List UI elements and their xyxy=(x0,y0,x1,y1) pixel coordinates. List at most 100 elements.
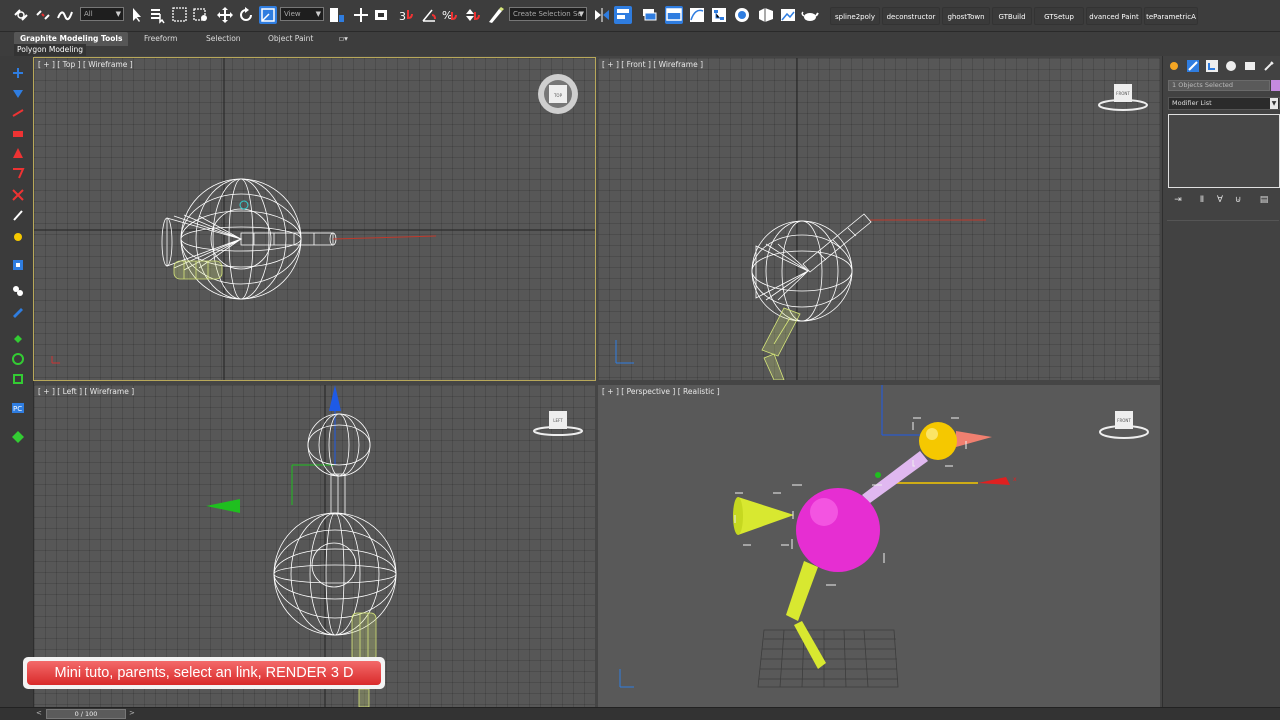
modifier-stack-list[interactable] xyxy=(1168,114,1280,188)
edit-named-selections-icon[interactable] xyxy=(487,6,505,24)
select-link-icon[interactable] xyxy=(12,6,30,24)
hierarchy-icon[interactable] xyxy=(1205,59,1219,73)
modeling-tool-icon-7[interactable] xyxy=(11,188,25,202)
modeling-tool-icon-17[interactable] xyxy=(11,430,25,444)
spinner-snap-icon[interactable] xyxy=(463,6,481,24)
tab-selection[interactable]: Selection xyxy=(200,32,247,46)
script-button-7[interactable]: teParametricA xyxy=(1144,7,1198,25)
configure-modifier-sets-icon[interactable]: ▤ xyxy=(1258,194,1270,206)
display-icon[interactable] xyxy=(1243,59,1257,73)
viewport-front[interactable]: FRONT [ + ] [ Front ] [ Wireframe ] xyxy=(598,58,1160,380)
script-button-5[interactable]: GTSetup xyxy=(1034,7,1084,25)
modeling-tool-icon-5[interactable] xyxy=(11,146,25,160)
viewport-perspective[interactable]: x FRONT [ + ] [ Perspective ] [ Realisti… xyxy=(598,385,1160,707)
object-color-swatch[interactable] xyxy=(1271,80,1280,91)
modeling-tool-icon-1[interactable] xyxy=(11,66,25,80)
selection-filter-dropdown[interactable]: All ▼ xyxy=(80,7,124,21)
pivot-marker xyxy=(239,200,249,210)
scale-icon[interactable] xyxy=(259,6,277,24)
named-selection-dropdown[interactable]: Create Selection Se ▼ xyxy=(509,7,587,21)
viewport-label-left[interactable]: [ + ] [ Left ] [ Wireframe ] xyxy=(38,387,134,397)
tab-freeform[interactable]: Freeform xyxy=(138,32,183,46)
wireframe-cylinder xyxy=(240,232,337,246)
reference-coord-dropdown[interactable]: View ▼ xyxy=(280,7,324,21)
layer-manager-icon[interactable] xyxy=(640,6,658,24)
z-axis-gizmo-arrow[interactable] xyxy=(206,499,240,513)
modeling-tool-icon-9[interactable] xyxy=(11,230,25,244)
viewcube-top[interactable]: TOP xyxy=(538,74,578,114)
create-icon[interactable] xyxy=(1167,59,1181,73)
modeling-tool-icon-3[interactable] xyxy=(11,106,25,120)
tab-object-paint[interactable]: Object Paint xyxy=(262,32,319,46)
time-slider-track[interactable]: 0 / 100 xyxy=(46,709,126,719)
window-crossing-icon[interactable] xyxy=(192,6,210,24)
schematic-view-icon[interactable] xyxy=(710,6,728,24)
modeling-tool-icon-6[interactable] xyxy=(11,166,25,180)
modeling-tool-icon-8[interactable] xyxy=(11,208,25,222)
teapot-render-icon[interactable] xyxy=(801,6,819,24)
manipulate-icon[interactable] xyxy=(352,6,370,24)
bind-spacewarp-icon[interactable] xyxy=(56,6,74,24)
ribbon-toggle-icon[interactable] xyxy=(665,6,683,24)
ribbon-options-icon[interactable]: ▫▾ xyxy=(333,32,354,46)
script-button-3[interactable]: ghostTown xyxy=(942,7,990,25)
rendered-frame-icon[interactable] xyxy=(779,6,797,24)
viewport-label-perspective[interactable]: [ + ] [ Perspective ] [ Realistic ] xyxy=(602,387,720,397)
body-highlight xyxy=(810,498,838,526)
pin-stack-icon[interactable]: ⇥ xyxy=(1172,194,1184,206)
svg-text:FRONT: FRONT xyxy=(1116,91,1130,96)
y-axis-gizmo-arrow[interactable] xyxy=(329,385,341,411)
ribbon-panel-polygon-modeling[interactable]: Polygon Modeling xyxy=(14,44,86,56)
make-unique-icon[interactable]: ∀ xyxy=(1214,194,1226,206)
time-slider-prev-button[interactable]: < xyxy=(36,709,42,717)
snap-toggle-icon[interactable]: 3 xyxy=(398,6,416,24)
time-slider-next-button[interactable]: > xyxy=(129,709,135,717)
use-pivot-icon[interactable] xyxy=(328,6,346,24)
script-button-4[interactable]: GTBuild xyxy=(992,7,1032,25)
main-toolbar: All ▼ View ▼ 3 % Create Selection Se ▼ s… xyxy=(0,0,1280,32)
mirror-icon[interactable] xyxy=(593,6,611,24)
render-setup-icon[interactable] xyxy=(757,6,775,24)
modeling-tool-icon-15[interactable] xyxy=(11,372,25,386)
remove-modifier-icon[interactable]: ⊍ xyxy=(1232,194,1244,206)
modeling-tool-icon-12[interactable] xyxy=(11,306,25,320)
utilities-icon[interactable] xyxy=(1262,59,1276,73)
modeling-tool-icon-10[interactable] xyxy=(11,258,25,272)
viewcube-left[interactable]: LEFT xyxy=(533,411,583,436)
script-button-1[interactable]: spline2poly xyxy=(830,7,880,25)
chevron-down-icon: ▼ xyxy=(578,10,584,18)
rotate-icon[interactable] xyxy=(237,6,255,24)
upper-leg xyxy=(786,561,818,621)
viewcube-front[interactable]: FRONT xyxy=(1098,84,1148,111)
show-end-result-icon[interactable]: Ⅱ xyxy=(1196,194,1208,206)
modeling-tool-icon-4[interactable] xyxy=(11,126,25,140)
modeling-tool-icon-14[interactable] xyxy=(11,352,25,366)
select-object-icon[interactable] xyxy=(128,6,146,24)
script-button-6[interactable]: dvanced Paint xyxy=(1086,7,1142,25)
unlink-icon[interactable] xyxy=(34,6,52,24)
object-name-field[interactable]: 1 Objects Selected xyxy=(1168,80,1270,91)
keyboard-shortcut-icon[interactable] xyxy=(373,6,391,24)
modeling-tool-icon-11[interactable] xyxy=(11,284,25,298)
motion-icon[interactable] xyxy=(1224,59,1238,73)
select-by-name-icon[interactable] xyxy=(149,6,167,24)
modeling-tool-icon-2[interactable] xyxy=(11,86,25,100)
x-axis-gizmo-arrow[interactable] xyxy=(978,477,1010,485)
viewport-top[interactable]: TOP [ + ] [ Top ] [ Wireframe ] xyxy=(33,57,596,381)
modeling-tool-icon-13[interactable] xyxy=(11,332,25,346)
rect-select-region-icon[interactable] xyxy=(171,6,189,24)
percent-snap-icon[interactable]: % xyxy=(441,6,459,24)
viewcube-persp[interactable]: FRONT xyxy=(1099,411,1149,439)
modeling-tool-icon-16[interactable]: PC xyxy=(11,401,25,415)
modify-icon[interactable] xyxy=(1186,59,1200,73)
viewport-label-top[interactable]: [ + ] [ Top ] [ Wireframe ] xyxy=(38,60,133,70)
viewport-label-front[interactable]: [ + ] [ Front ] [ Wireframe ] xyxy=(602,60,703,70)
script-button-2[interactable]: deconstructor xyxy=(882,7,940,25)
modifier-list-dropdown[interactable]: Modifier List ▼ xyxy=(1168,97,1280,110)
angle-snap-icon[interactable] xyxy=(420,6,438,24)
curve-editor-icon[interactable] xyxy=(688,6,706,24)
align-icon[interactable] xyxy=(614,6,632,24)
material-editor-icon[interactable] xyxy=(733,6,751,24)
ribbon: Graphite Modeling Tools Freeform Selecti… xyxy=(0,32,1280,56)
move-icon[interactable] xyxy=(216,6,234,24)
